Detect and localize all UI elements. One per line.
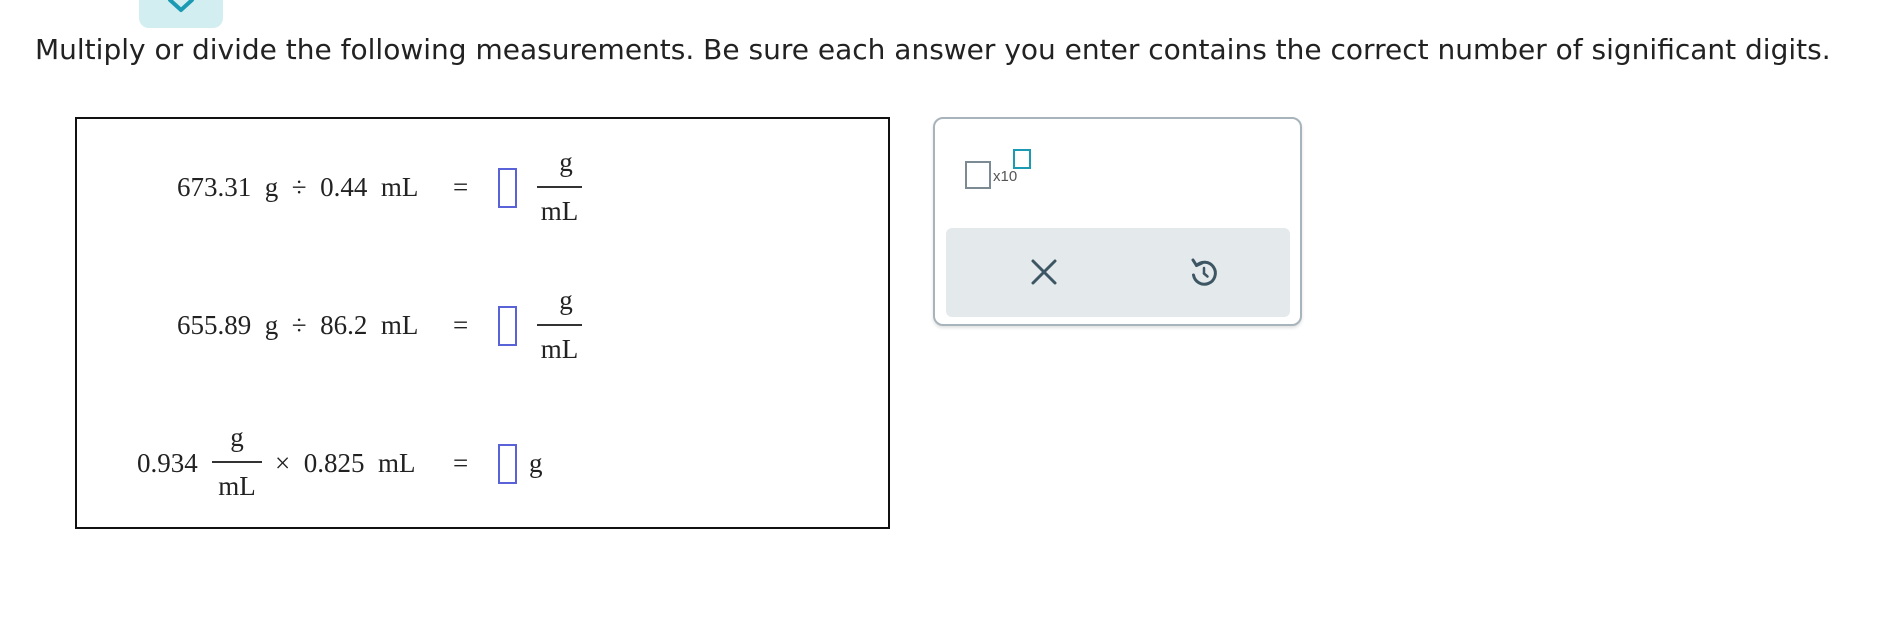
clear-button[interactable] — [1026, 254, 1062, 290]
problem-3-operation: × 0.825 mL — [275, 448, 416, 478]
scientific-notation-button[interactable]: x10 — [965, 149, 1045, 194]
problem-3-coefficient-numerator: g — [230, 422, 244, 452]
problem-3-fraction-bar — [212, 461, 262, 463]
undo-icon — [1191, 258, 1217, 286]
instructions: Multiply or divide the following measure… — [35, 33, 1831, 66]
problem-2-unit-numerator: g — [559, 285, 573, 315]
answer-tools-panel: x10 — [933, 117, 1302, 326]
problem-2-expression: 655.89 g ÷ 86.2 mL — [177, 310, 419, 340]
problem-1-answer-input[interactable] — [498, 168, 517, 208]
problem-3-coefficient: 0.934 — [137, 448, 198, 478]
undo-button[interactable] — [1186, 254, 1222, 290]
problem-1-fraction-bar — [537, 186, 582, 188]
problem-2-answer-input[interactable] — [498, 306, 517, 346]
sci-notation-exponent-icon — [1013, 149, 1031, 169]
collapse-tab[interactable] — [139, 0, 223, 28]
problem-box: 673.31 g ÷ 0.44 mL = g mL 655.89 g ÷ 86.… — [75, 117, 890, 529]
tool-action-bar — [946, 228, 1290, 317]
problem-1-equals: = — [453, 172, 469, 202]
sci-notation-base-icon — [965, 161, 991, 189]
problem-2-unit-denominator: mL — [540, 334, 579, 364]
problem-3-equals: = — [453, 448, 469, 478]
problem-2-equals: = — [453, 310, 469, 340]
chevron-down-icon — [168, 0, 194, 12]
problem-1-unit-numerator: g — [559, 147, 573, 177]
problem-3-coefficient-denominator: mL — [218, 471, 256, 501]
problem-3-unit: g — [529, 448, 543, 478]
sci-notation-label: x10 — [993, 168, 1018, 185]
close-icon — [1031, 259, 1057, 285]
problem-2-fraction-bar — [537, 324, 582, 326]
problem-3-answer-input[interactable] — [498, 444, 517, 484]
problem-1-expression: 673.31 g ÷ 0.44 mL — [177, 172, 419, 202]
problem-1-unit-denominator: mL — [540, 196, 579, 226]
